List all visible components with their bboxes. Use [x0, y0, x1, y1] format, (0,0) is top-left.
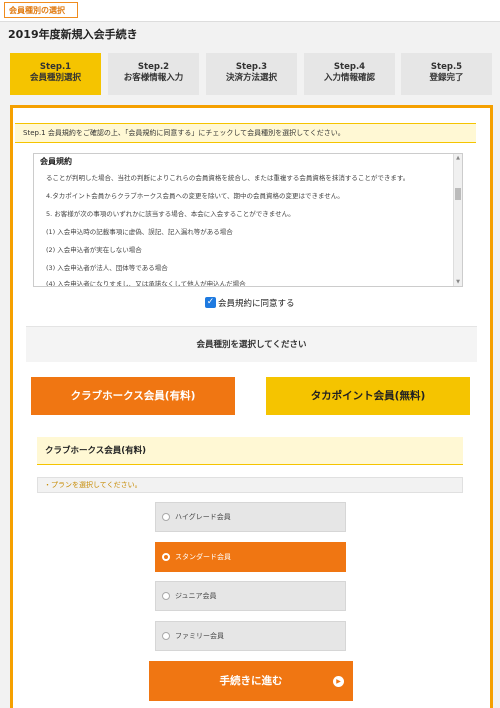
plan-label: ジュニア会員 [175, 592, 217, 600]
plan-section-heading: クラブホークス会員(有料) [37, 437, 463, 465]
step-number: Step.1 [39, 62, 72, 72]
step-label: 決済方法選択 [225, 73, 277, 83]
instruction-banner: Step.1 会員規約をご確認の上、「会員規約に同意する」にチェックして会員種別… [15, 123, 476, 143]
radio-button[interactable] [162, 592, 170, 600]
step-4: Step.4 入力情報確認 [304, 53, 395, 95]
plan-option-standard[interactable]: スタンダード会員 [155, 542, 346, 572]
plan-label: ハイグレード会員 [175, 513, 231, 521]
step-progress: Step.1 会員種別選択 Step.2 お客様情報入力 Step.3 決済方法選択 … [10, 53, 492, 95]
step-label: 会員種別選択 [29, 73, 81, 83]
scroll-up-icon[interactable]: ▲ [455, 155, 461, 161]
terms-line: ることが判明した場合、当社の判断によりこれらの会員資格を統合し、または重複する会… [46, 174, 410, 182]
step-1: Step.1 会員種別選択 [10, 53, 101, 95]
radio-button[interactable] [162, 513, 170, 521]
terms-box[interactable]: 会員規約 ることが判明した場合、当社の判断によりこれらの会員資格を統合し、または… [33, 153, 463, 287]
agree-checkbox[interactable]: ✓ [205, 297, 216, 308]
terms-line: (1) 入会申込時の記載事項に虚偽、誤記、記入漏れ等がある場合 [46, 228, 233, 236]
page-title: 2019年度新規入会手続き [8, 28, 138, 41]
terms-line: (2) 入会申込者が実在しない場合 [46, 246, 142, 254]
step-number: Step.2 [137, 62, 170, 72]
arrow-right-icon: ▶ [333, 676, 344, 687]
terms-line: (4) 入会申込者になりすまし、又は承諾なくして他人が申込んだ場合 [46, 280, 246, 287]
step-5: Step.5 登録完了 [401, 53, 492, 95]
plan-label: スタンダード会員 [175, 553, 231, 561]
terms-line: (3) 入会申込者が法人、団体等である場合 [46, 264, 168, 272]
club-hawks-button[interactable]: クラブホークス会員(有料) [31, 377, 235, 415]
step-number: Step.3 [235, 62, 268, 72]
step-label: お客様情報入力 [123, 73, 184, 83]
step-label: 登録完了 [429, 73, 464, 83]
step-number: Step.5 [430, 62, 463, 72]
terms-line: 5. お客様が次の事項のいずれかに該当する場合、本会に入会することができません。 [46, 210, 295, 218]
plan-option-high-grade[interactable]: ハイグレード会員 [155, 502, 346, 532]
plan-prompt: ・プランを選択してください。 [37, 477, 463, 493]
step-number: Step.4 [333, 62, 366, 72]
proceed-button[interactable]: 手続きに進む ▶ [149, 661, 353, 701]
step-3: Step.3 決済方法選択 [206, 53, 297, 95]
plan-option-family[interactable]: ファミリー会員 [155, 621, 346, 651]
radio-button[interactable] [162, 632, 170, 640]
step-2: Step.2 お客様情報入力 [108, 53, 199, 95]
agree-label[interactable]: 会員規約に同意する [218, 297, 295, 309]
scroll-thumb[interactable] [455, 188, 461, 200]
terms-line: 4.タカポイント会員からクラブホークス会員への変更を除いて、期中の会員資格の変更… [46, 192, 344, 200]
step-label: 入力情報確認 [323, 73, 375, 83]
scroll-down-icon[interactable]: ▼ [455, 279, 461, 285]
section-tab[interactable]: 会員種別の選択 [4, 2, 78, 18]
terms-title: 会員規約 [40, 157, 72, 166]
plan-option-junior[interactable]: ジュニア会員 [155, 581, 346, 611]
radio-button[interactable] [162, 553, 170, 561]
top-bar: 会員種別の選択 [0, 0, 500, 22]
taka-point-button[interactable]: タカポイント会員(無料) [266, 377, 470, 415]
plan-label: ファミリー会員 [175, 632, 224, 640]
proceed-label: 手続きに進む [219, 675, 283, 687]
member-type-heading: 会員種別を選択してください [26, 326, 477, 362]
terms-scrollbar[interactable]: ▲ ▼ [453, 154, 462, 286]
